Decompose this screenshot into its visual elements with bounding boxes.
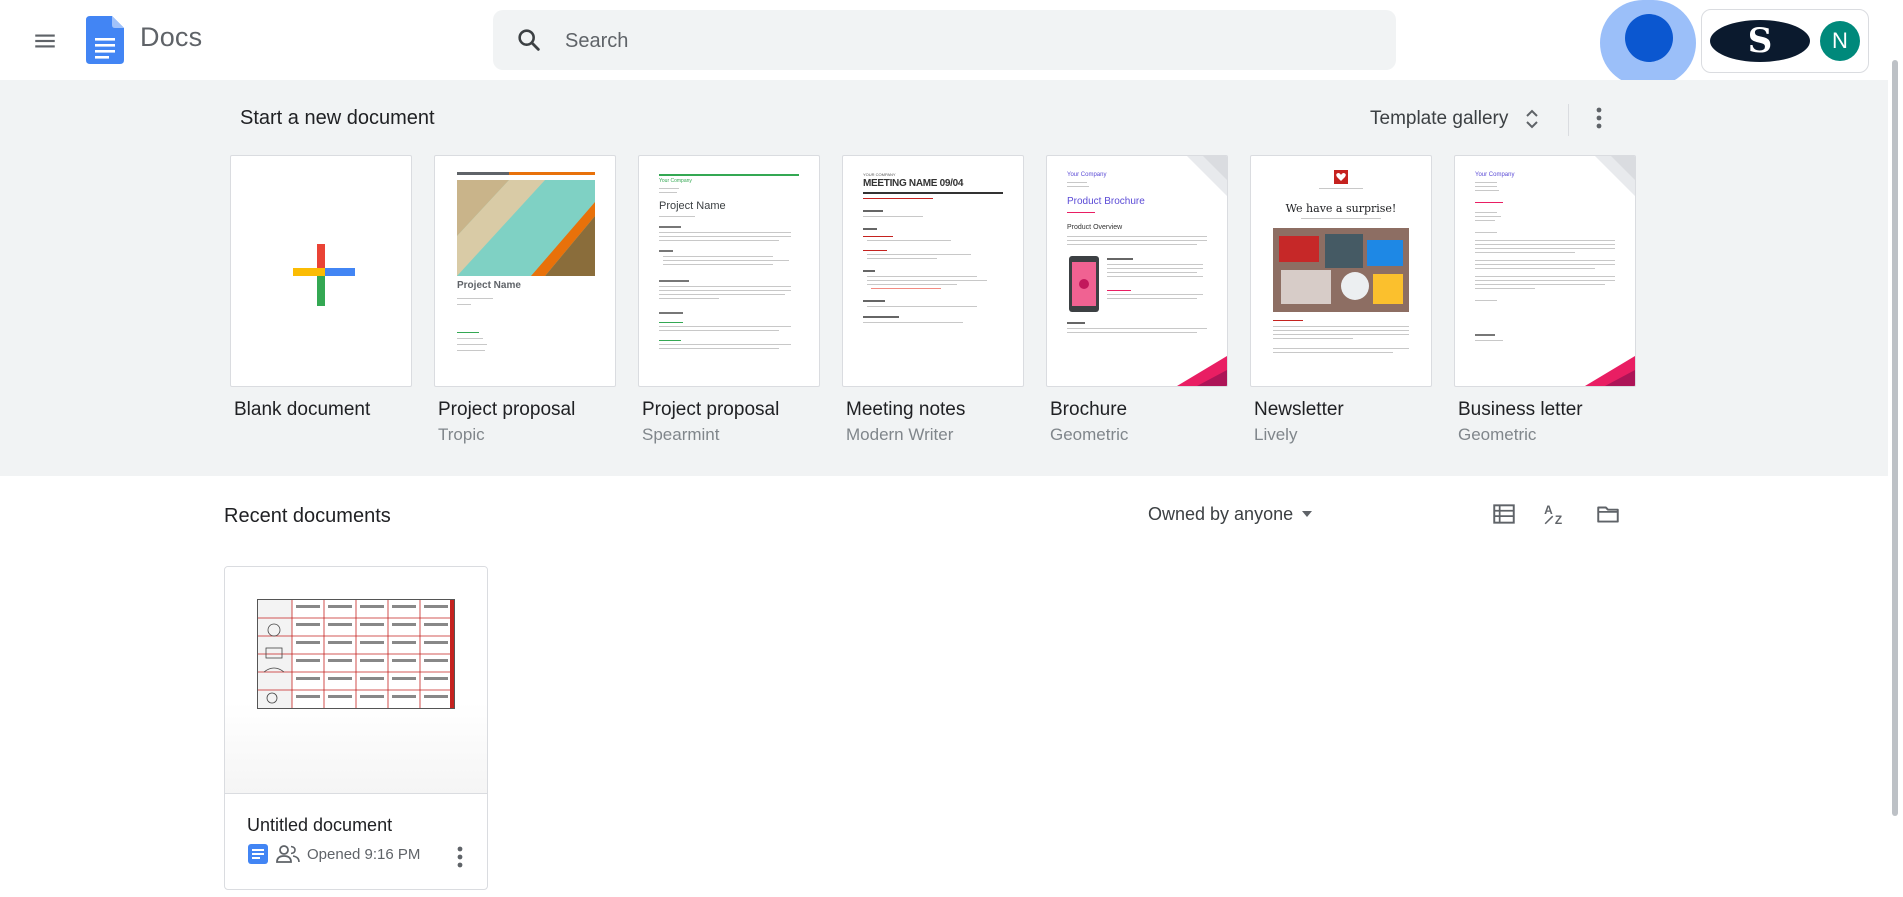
thumb-company: Your Company (1067, 172, 1107, 178)
open-file-picker-button[interactable] (1588, 494, 1628, 534)
thumb-title: Project Name (659, 200, 726, 212)
hamburger-menu-icon (35, 34, 55, 48)
template-name: Brochure (1050, 399, 1128, 420)
thumb-company: Your Company (1475, 172, 1515, 178)
owner-filter-label: Owned by anyone (1148, 503, 1294, 524)
template-thumbnail[interactable]: YOUR COMPANY MEETING NAME 09/04 (842, 155, 1024, 387)
search-icon[interactable] (515, 26, 543, 54)
main-menu-button[interactable] (22, 18, 68, 64)
template-thumbnail[interactable]: We have a surprise! (1250, 155, 1432, 387)
toolbar-divider (1568, 104, 1569, 136)
template-thumbnail[interactable] (230, 155, 412, 387)
template-thumbnail[interactable]: Your Company Product Brochure Product Ov… (1046, 155, 1228, 387)
docs-logo-icon[interactable] (86, 16, 124, 64)
template-subtitle: Spearmint (642, 425, 720, 444)
thumb-title: We have a surprise! (1285, 202, 1397, 215)
svg-text:Z: Z (1555, 513, 1562, 527)
document-preview[interactable] (225, 567, 487, 794)
google-apps-highlight[interactable] (1625, 14, 1673, 62)
template-gallery-label: Template gallery (1370, 108, 1509, 129)
list-view-button[interactable] (1484, 494, 1524, 534)
template-card-business-letter[interactable]: Your Company Business letter Geometric (1454, 155, 1638, 445)
organization-logo: S (1710, 20, 1810, 62)
template-subtitle: Lively (1254, 425, 1298, 444)
template-gallery-section: Start a new document Template gallery Bl… (0, 80, 1888, 476)
top-app-bar: Docs S N (0, 0, 1903, 86)
template-subtitle: Geometric (1458, 425, 1537, 444)
scrollbar-thumb[interactable] (1892, 60, 1898, 816)
template-thumbnail[interactable]: Your Company Project Name (638, 155, 820, 387)
more-vert-icon (1596, 107, 1602, 129)
owner-filter-dropdown[interactable]: Owned by anyone (1140, 494, 1323, 534)
template-more-options-button[interactable] (1584, 98, 1614, 138)
template-name: Newsletter (1254, 399, 1344, 420)
template-card-project-proposal-tropic[interactable]: Project Name Project proposal Tropic (434, 155, 618, 445)
sort-options-button[interactable]: A Z (1536, 494, 1576, 534)
sort-az-icon: A Z (1544, 503, 1562, 527)
thumb-company: YOUR COMPANY (863, 172, 896, 177)
template-subtitle: Geometric (1050, 425, 1129, 444)
plus-icon (293, 244, 355, 306)
org-logo-letter: S (1747, 21, 1773, 61)
template-card-blank[interactable]: Blank document (230, 155, 414, 421)
template-card-project-proposal-spearmint[interactable]: Your Company Project Name Project propos… (638, 155, 822, 445)
template-gallery-button[interactable]: Template gallery (1360, 94, 1552, 144)
thumb-title: MEETING NAME 09/04 (863, 178, 964, 189)
docs-file-icon (248, 844, 268, 864)
document-meta: Opened 9:16 PM (247, 843, 420, 865)
more-vert-icon (457, 846, 463, 868)
template-name: Project proposal (438, 399, 576, 420)
template-thumbnail[interactable]: Project Name (434, 155, 616, 387)
thumb-company: Your Company (659, 178, 692, 184)
document-more-options-button[interactable] (445, 839, 475, 875)
document-thumbnail-grid (257, 599, 455, 709)
app-title[interactable]: Docs (140, 22, 202, 53)
recent-documents-title: Recent documents (224, 505, 391, 527)
geometric-corner-art (1069, 156, 1227, 386)
template-name: Blank document (234, 399, 371, 420)
search-input[interactable] (563, 10, 1367, 72)
account-avatar[interactable]: N (1820, 21, 1860, 61)
template-name: Business letter (1458, 399, 1583, 420)
arrow-drop-down-icon (1302, 511, 1313, 517)
tropic-thumbnail-art (457, 172, 595, 276)
unfold-more-icon (1526, 109, 1539, 129)
thumb-heading: Product Overview (1067, 224, 1123, 231)
start-new-document-title: Start a new document (240, 107, 435, 129)
document-opened-time: Opened 9:16 PM (307, 845, 421, 863)
list-view-icon (1493, 504, 1515, 524)
document-title: Untitled document (247, 815, 393, 835)
search-bar[interactable] (493, 10, 1396, 72)
shared-people-icon (276, 845, 300, 863)
template-subtitle: Modern Writer (846, 425, 954, 444)
template-thumbnail[interactable]: Your Company (1454, 155, 1636, 387)
template-card-newsletter[interactable]: We have a surprise! Newsletter Lively (1250, 155, 1434, 445)
template-card-brochure[interactable]: Your Company Product Brochure Product Ov… (1046, 155, 1230, 445)
template-name: Meeting notes (846, 399, 966, 420)
folder-icon (1597, 506, 1619, 523)
template-name: Project proposal (642, 399, 780, 420)
thumb-title: Product Brochure (1067, 196, 1145, 207)
account-switcher[interactable]: S N (1701, 9, 1869, 73)
template-card-meeting-notes[interactable]: YOUR COMPANY MEETING NAME 09/04 Meeting … (842, 155, 1026, 445)
svg-text:A: A (1544, 503, 1553, 517)
template-subtitle: Tropic (438, 425, 485, 444)
document-card[interactable]: Untitled document Opened 9:16 PM (224, 566, 488, 890)
page-scrollbar[interactable] (1888, 0, 1903, 897)
thumb-title: Project Name (457, 280, 521, 291)
